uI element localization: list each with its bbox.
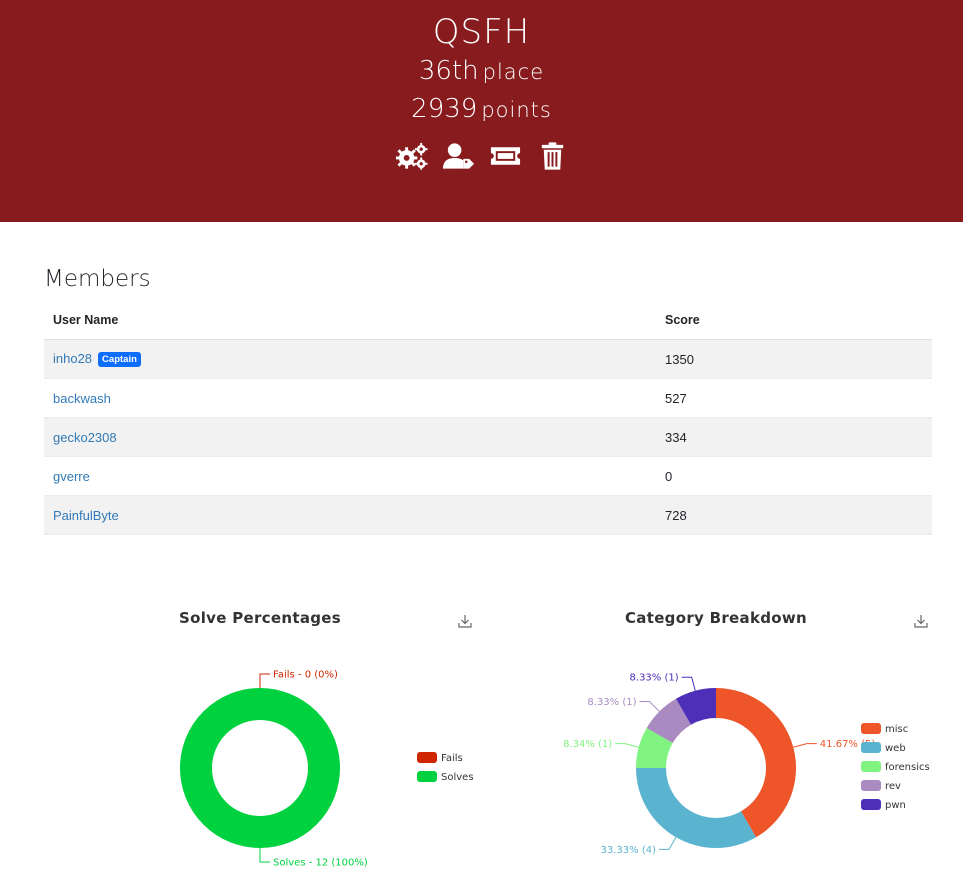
label-line	[659, 837, 677, 850]
slice-label: 8.33% (1)	[630, 673, 679, 684]
legend-swatch[interactable]	[861, 761, 881, 772]
label-line	[793, 743, 817, 748]
slice-label: 8.33% (1)	[587, 697, 636, 708]
legend-swatch[interactable]	[417, 752, 437, 763]
legend-swatch[interactable]	[861, 799, 881, 810]
legend-swatch[interactable]	[861, 742, 881, 753]
legend-swatch[interactable]	[417, 771, 437, 782]
legend-label[interactable]: web	[885, 743, 906, 754]
slice-solves[interactable]	[180, 688, 340, 848]
legend-label[interactable]: Solves	[441, 772, 474, 783]
legend-label[interactable]: rev	[885, 781, 901, 792]
legend-label[interactable]: misc	[885, 724, 908, 735]
slice-label: 33.33% (4)	[601, 845, 657, 856]
label-line	[615, 743, 639, 748]
slice-label: Solves - 12 (100%)	[273, 858, 368, 869]
legend-label[interactable]: Fails	[441, 753, 463, 764]
legend-swatch[interactable]	[861, 723, 881, 734]
legend-swatch[interactable]	[861, 780, 881, 791]
label-line	[259, 848, 270, 863]
slice-label: Fails - 0 (0%)	[273, 670, 338, 681]
slice-web[interactable]	[636, 768, 756, 848]
legend-label[interactable]: pwn	[885, 800, 906, 811]
label-line	[259, 673, 270, 688]
legend-label[interactable]: forensics	[885, 762, 930, 773]
label-line	[639, 701, 660, 712]
label-line	[681, 676, 696, 691]
slice-misc[interactable]	[716, 688, 796, 838]
charts-canvas: Fails - 0 (0%) Solves - 12 (100%) Fails Sol…	[180, 670, 930, 869]
slice-label: 8.34% (1)	[563, 739, 612, 750]
